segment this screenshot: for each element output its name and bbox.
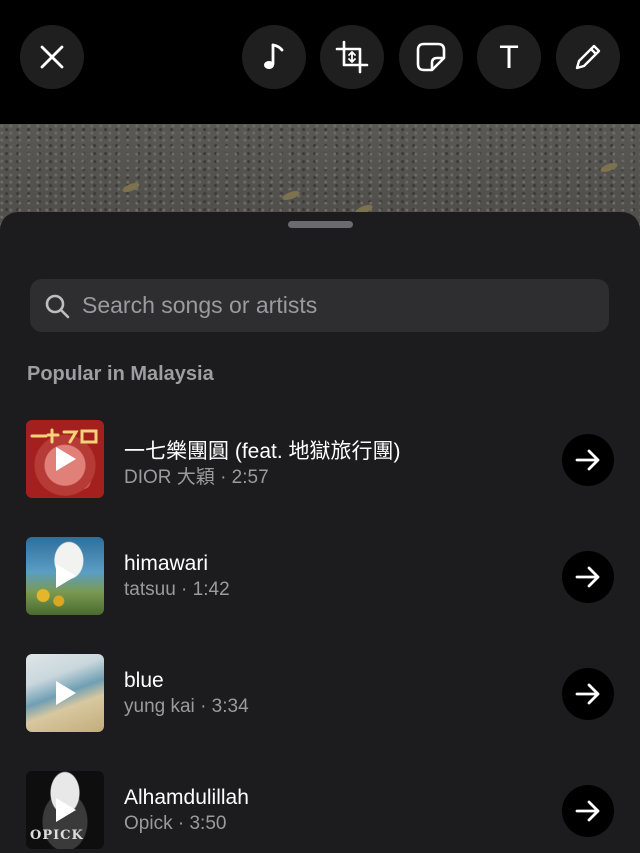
sticker-button[interactable] — [399, 25, 463, 89]
arrow-right-icon — [575, 566, 600, 588]
arrow-right-icon — [575, 449, 600, 471]
song-artist: Opick — [124, 813, 173, 834]
select-song-button[interactable] — [562, 668, 614, 720]
song-artist: tatsuu — [124, 579, 176, 600]
close-button[interactable] — [20, 25, 84, 89]
separator-dot: · — [200, 696, 212, 717]
album-art[interactable] — [26, 537, 104, 615]
song-row[interactable]: himawari tatsuu · 1:42 — [0, 537, 640, 617]
song-duration: 1:42 — [192, 579, 230, 600]
search-bar[interactable] — [30, 279, 609, 332]
separator-dot: · — [181, 579, 193, 600]
select-song-button[interactable] — [562, 785, 614, 837]
song-title: himawari — [124, 552, 209, 575]
pencil-icon — [575, 44, 601, 70]
music-button[interactable] — [242, 25, 306, 89]
song-duration: 2:57 — [231, 467, 269, 488]
song-duration: 3:34 — [211, 696, 249, 717]
top-toolbar: T — [0, 0, 640, 124]
play-icon — [56, 564, 76, 588]
play-icon — [56, 681, 76, 705]
arrow-right-icon — [575, 800, 600, 822]
crop-button[interactable] — [320, 25, 384, 89]
song-subtitle: Opick · 3:50 — [124, 813, 226, 835]
draw-button[interactable] — [556, 25, 620, 89]
song-title: Alhamdulillah — [124, 786, 249, 809]
play-icon — [56, 798, 76, 822]
song-subtitle: tatsuu · 1:42 — [124, 579, 230, 601]
sheet-drag-handle[interactable] — [288, 221, 353, 228]
separator-dot: · — [220, 467, 232, 488]
album-art-text: OPICK — [30, 828, 84, 843]
album-title-art — [30, 428, 98, 444]
song-title: 一七樂團圓 (feat. 地獄旅行團) — [124, 440, 401, 463]
song-title: blue — [124, 669, 164, 692]
song-subtitle: yung kai · 3:34 — [124, 696, 249, 718]
select-song-button[interactable] — [562, 434, 614, 486]
album-art[interactable]: OPICK — [26, 771, 104, 849]
song-artist: DIOR 大穎 — [124, 467, 215, 488]
search-icon — [45, 294, 70, 318]
sticker-icon — [416, 42, 446, 72]
select-song-button[interactable] — [562, 551, 614, 603]
text-icon: T — [499, 38, 519, 75]
music-picker-sheet: Popular in Malaysia 一七樂團圓 (feat. 地獄旅行團) … — [0, 212, 640, 853]
album-art[interactable] — [26, 654, 104, 732]
music-note-icon — [264, 43, 284, 69]
close-icon — [40, 45, 64, 69]
search-input[interactable] — [80, 291, 609, 320]
crop-icon — [335, 40, 369, 74]
song-artist: yung kai — [124, 696, 195, 717]
song-row[interactable]: 一七樂團圓 (feat. 地獄旅行團) DIOR 大穎 · 2:57 — [0, 420, 640, 500]
song-duration: 3:50 — [189, 813, 227, 834]
song-row[interactable]: blue yung kai · 3:34 — [0, 654, 640, 734]
separator-dot: · — [177, 813, 190, 834]
song-subtitle: DIOR 大穎 · 2:57 — [124, 462, 269, 489]
text-button[interactable]: T — [477, 25, 541, 89]
album-art[interactable] — [26, 420, 104, 498]
section-title: Popular in Malaysia — [27, 363, 214, 385]
play-icon — [56, 447, 76, 471]
arrow-right-icon — [575, 683, 600, 705]
song-row[interactable]: OPICK Alhamdulillah Opick · 3:50 — [0, 771, 640, 851]
